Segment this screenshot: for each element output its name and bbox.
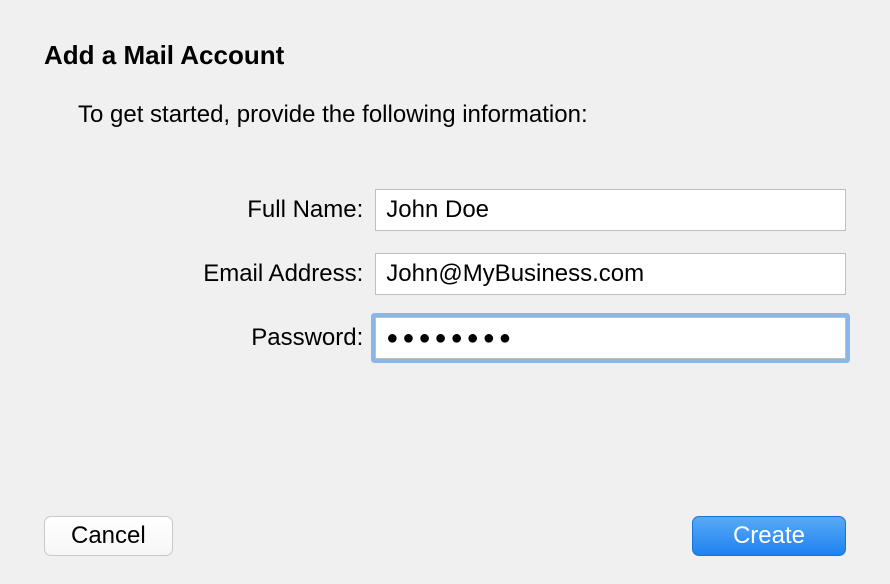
- password-row: Password: ●●●●●●●●: [44, 317, 846, 359]
- full-name-row: Full Name:: [44, 189, 846, 231]
- full-name-label: Full Name:: [44, 196, 375, 224]
- create-button[interactable]: Create: [692, 516, 846, 556]
- button-bar: Cancel Create: [44, 516, 846, 556]
- account-form: Full Name: Email Address: Password: ●●●●…: [44, 189, 846, 359]
- password-input[interactable]: ●●●●●●●●: [375, 317, 846, 359]
- dialog-title: Add a Mail Account: [44, 40, 846, 71]
- cancel-button[interactable]: Cancel: [44, 516, 173, 556]
- add-mail-account-dialog: Add a Mail Account To get started, provi…: [0, 0, 890, 584]
- full-name-input[interactable]: [375, 189, 846, 231]
- email-input[interactable]: [375, 253, 846, 295]
- email-label: Email Address:: [44, 260, 375, 288]
- email-row: Email Address:: [44, 253, 846, 295]
- password-label: Password:: [44, 324, 375, 352]
- dialog-subtitle: To get started, provide the following in…: [78, 101, 846, 129]
